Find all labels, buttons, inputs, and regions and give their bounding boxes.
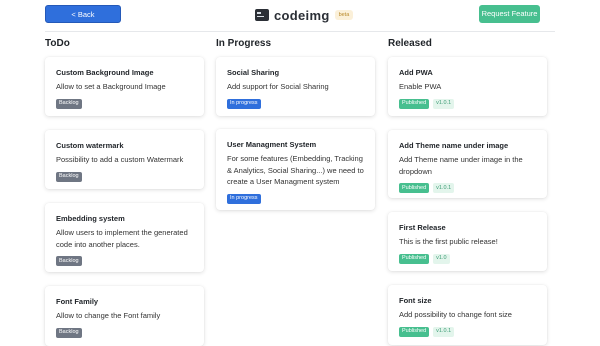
card-description: Add possibility to change font size [399,310,512,319]
status-badge: Backlog [56,171,82,182]
status-badge: Backlog [56,98,82,109]
card-title: User Managment System [227,140,317,149]
request-feature-button[interactable]: Request Feature [479,5,540,23]
card-custom-background-image[interactable]: Custom Background Image Allow to set a B… [45,57,204,116]
card-title: Embedding system [56,214,125,223]
card-title: Custom watermark [56,141,124,150]
card-title: Font Family [56,297,99,306]
status-badge: Backlog [56,327,82,338]
status-badge: Published [399,98,430,109]
card-description: Allow users to implement the generated c… [56,228,188,249]
status-badge: Published [399,253,430,264]
card-title: Add PWA [399,68,433,77]
version-badge: v1.0.1 [433,183,455,193]
header-divider [45,31,555,32]
card-description: Allow to change the Font family [56,311,161,320]
version-badge: v1.0.1 [433,98,455,109]
card-title: Font size [399,296,432,305]
card-user-managment-system[interactable]: User Managment System For some features … [216,129,375,210]
column-title-todo: ToDo [45,38,70,49]
status-badge: In progress [227,193,261,204]
card-title: Custom Background Image [56,68,154,77]
card-first-release[interactable]: First Release This is the first public r… [388,212,547,271]
card-add-theme-name[interactable]: Add Theme name under image Add Theme nam… [388,130,547,198]
column-title-released: Released [388,38,432,49]
card-font-size[interactable]: Font size Add possibility to change font… [388,285,547,345]
card-title: Social Sharing [227,68,280,77]
back-button[interactable]: < Back [45,5,121,23]
card-font-family[interactable]: Font Family Allow to change the Font fam… [45,286,204,346]
card-social-sharing[interactable]: Social Sharing Add support for Social Sh… [216,57,375,116]
card-description: For some features (Embedding, Tracking &… [227,154,364,186]
status-badge: Published [399,326,430,337]
status-badge: Backlog [56,256,82,266]
card-description: Allow to set a Background Image [56,82,166,91]
card-embedding-system[interactable]: Embedding system Allow users to implemen… [45,203,204,272]
code-window-icon [255,9,269,21]
card-custom-watermark[interactable]: Custom watermark Possibility to add a cu… [45,130,204,189]
card-title: First Release [399,223,446,232]
column-title-in-progress: In Progress [216,38,272,49]
version-badge: v1.0 [433,253,450,264]
card-description: Add support for Social Sharing [227,82,329,91]
beta-badge: beta [334,10,354,20]
card-description: This is the first public release! [399,237,498,246]
version-badge: v1.0.1 [433,326,455,337]
logo[interactable]: codeimg beta [255,7,354,23]
card-add-pwa[interactable]: Add PWA Enable PWA Published v1.0.1 [388,57,547,116]
card-description: Enable PWA [399,82,442,91]
logo-text: codeimg [274,7,330,23]
status-badge: In progress [227,98,261,109]
status-badge: Published [399,183,430,193]
card-description: Possibility to add a custom Watermark [56,155,184,164]
card-description: Add Theme name under image in the dropdo… [399,155,523,176]
header: < Back codeimg beta Request Feature [0,0,600,32]
card-title: Add Theme name under image [399,141,509,150]
